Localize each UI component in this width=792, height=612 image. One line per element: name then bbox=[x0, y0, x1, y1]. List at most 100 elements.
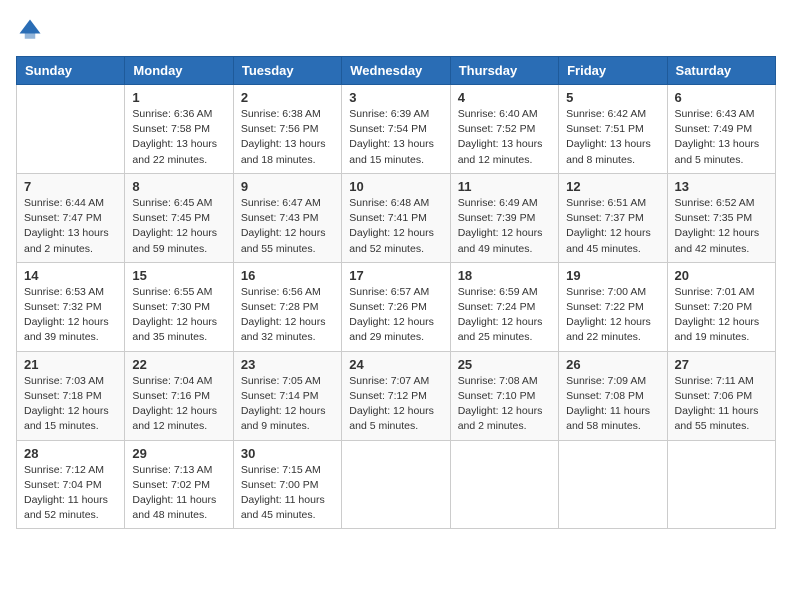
day-info: Sunrise: 6:51 AMSunset: 7:37 PMDaylight:… bbox=[566, 196, 659, 257]
calendar-cell: 1Sunrise: 6:36 AMSunset: 7:58 PMDaylight… bbox=[125, 85, 233, 174]
day-info: Sunrise: 6:43 AMSunset: 7:49 PMDaylight:… bbox=[675, 107, 768, 168]
day-info: Sunrise: 6:38 AMSunset: 7:56 PMDaylight:… bbox=[241, 107, 334, 168]
day-number: 30 bbox=[241, 446, 334, 461]
calendar-cell: 23 Sunrise: 7:05 AMSunset: 7:14 PMDayligh… bbox=[233, 351, 341, 440]
weekday-header-tuesday: Tuesday bbox=[233, 57, 341, 85]
day-number: 21 bbox=[24, 357, 117, 372]
calendar-cell bbox=[559, 440, 667, 529]
day-number: 4 bbox=[458, 90, 551, 105]
calendar-cell: 7 Sunrise: 6:44 AMSunset: 7:47 PMDaylight… bbox=[17, 173, 125, 262]
day-info: Sunrise: 7:09 AMSunset: 7:08 PMDaylight:… bbox=[566, 374, 659, 435]
day-number: 25 bbox=[458, 357, 551, 372]
day-info: Sunrise: 6:47 AMSunset: 7:43 PMDaylight:… bbox=[241, 196, 334, 257]
day-info: Sunrise: 6:52 AMSunset: 7:35 PMDaylight:… bbox=[675, 196, 768, 257]
day-number: 23 bbox=[241, 357, 334, 372]
weekday-header-wednesday: Wednesday bbox=[342, 57, 450, 85]
day-number: 14 bbox=[24, 268, 117, 283]
day-info: Sunrise: 7:08 AMSunset: 7:10 PMDaylight:… bbox=[458, 374, 551, 435]
calendar-week-row: 14 Sunrise: 6:53 AMSunset: 7:32 PMDayligh… bbox=[17, 262, 776, 351]
day-info: Sunrise: 6:53 AMSunset: 7:32 PMDaylight:… bbox=[24, 285, 117, 346]
day-number: 5 bbox=[566, 90, 659, 105]
calendar-cell: 16 Sunrise: 6:56 AMSunset: 7:28 PMDayligh… bbox=[233, 262, 341, 351]
day-number: 18 bbox=[458, 268, 551, 283]
calendar-table: SundayMondayTuesdayWednesdayThursdayFrid… bbox=[16, 56, 776, 529]
weekday-header-saturday: Saturday bbox=[667, 57, 775, 85]
day-number: 22 bbox=[132, 357, 225, 372]
day-number: 6 bbox=[675, 90, 768, 105]
day-number: 27 bbox=[675, 357, 768, 372]
calendar-cell: 19 Sunrise: 7:00 AMSunset: 7:22 PMDayligh… bbox=[559, 262, 667, 351]
calendar-cell bbox=[667, 440, 775, 529]
day-info: Sunrise: 7:12 AMSunset: 7:04 PMDaylight:… bbox=[24, 463, 117, 524]
calendar-cell: 12 Sunrise: 6:51 AMSunset: 7:37 PMDayligh… bbox=[559, 173, 667, 262]
day-info: Sunrise: 6:39 AMSunset: 7:54 PMDaylight:… bbox=[349, 107, 442, 168]
day-info: Sunrise: 6:48 AMSunset: 7:41 PMDaylight:… bbox=[349, 196, 442, 257]
day-info: Sunrise: 7:07 AMSunset: 7:12 PMDaylight:… bbox=[349, 374, 442, 435]
calendar-cell: 5 Sunrise: 6:42 AMSunset: 7:51 PMDaylight… bbox=[559, 85, 667, 174]
calendar-header-row: SundayMondayTuesdayWednesdayThursdayFrid… bbox=[17, 57, 776, 85]
day-info: Sunrise: 6:44 AMSunset: 7:47 PMDaylight:… bbox=[24, 196, 117, 257]
day-number: 13 bbox=[675, 179, 768, 194]
day-number: 9 bbox=[241, 179, 334, 194]
day-info: Sunrise: 7:05 AMSunset: 7:14 PMDaylight:… bbox=[241, 374, 334, 435]
calendar-week-row: 21Sunrise: 7:03 AMSunset: 7:18 PMDayligh… bbox=[17, 351, 776, 440]
logo-icon bbox=[16, 16, 44, 44]
calendar-cell: 24 Sunrise: 7:07 AMSunset: 7:12 PMDayligh… bbox=[342, 351, 450, 440]
calendar-cell: 9 Sunrise: 6:47 AMSunset: 7:43 PMDaylight… bbox=[233, 173, 341, 262]
calendar-cell: 22 Sunrise: 7:04 AMSunset: 7:16 PMDayligh… bbox=[125, 351, 233, 440]
calendar-cell: 17 Sunrise: 6:57 AMSunset: 7:26 PMDayligh… bbox=[342, 262, 450, 351]
calendar-cell: 29 Sunrise: 7:13 AMSunset: 7:02 PMDayligh… bbox=[125, 440, 233, 529]
day-info: Sunrise: 7:13 AMSunset: 7:02 PMDaylight:… bbox=[132, 463, 225, 524]
day-info: Sunrise: 7:00 AMSunset: 7:22 PMDaylight:… bbox=[566, 285, 659, 346]
day-info: Sunrise: 7:01 AMSunset: 7:20 PMDaylight:… bbox=[675, 285, 768, 346]
calendar-cell: 11 Sunrise: 6:49 AMSunset: 7:39 PMDayligh… bbox=[450, 173, 558, 262]
day-info: Sunrise: 6:45 AMSunset: 7:45 PMDaylight:… bbox=[132, 196, 225, 257]
day-number: 2 bbox=[241, 90, 334, 105]
day-number: 19 bbox=[566, 268, 659, 283]
calendar-cell: 15 Sunrise: 6:55 AMSunset: 7:30 PMDayligh… bbox=[125, 262, 233, 351]
day-number: 10 bbox=[349, 179, 442, 194]
day-number: 12 bbox=[566, 179, 659, 194]
day-info: Sunrise: 6:42 AMSunset: 7:51 PMDaylight:… bbox=[566, 107, 659, 168]
calendar-cell: 18 Sunrise: 6:59 AMSunset: 7:24 PMDayligh… bbox=[450, 262, 558, 351]
calendar-cell: 4 Sunrise: 6:40 AMSunset: 7:52 PMDaylight… bbox=[450, 85, 558, 174]
day-info: Sunrise: 6:59 AMSunset: 7:24 PMDaylight:… bbox=[458, 285, 551, 346]
weekday-header-thursday: Thursday bbox=[450, 57, 558, 85]
day-info: Sunrise: 6:40 AMSunset: 7:52 PMDaylight:… bbox=[458, 107, 551, 168]
calendar-cell: 30 Sunrise: 7:15 AMSunset: 7:00 PMDayligh… bbox=[233, 440, 341, 529]
day-info: Sunrise: 6:56 AMSunset: 7:28 PMDaylight:… bbox=[241, 285, 334, 346]
calendar-cell: 2 Sunrise: 6:38 AMSunset: 7:56 PMDaylight… bbox=[233, 85, 341, 174]
calendar-cell: 26 Sunrise: 7:09 AMSunset: 7:08 PMDayligh… bbox=[559, 351, 667, 440]
calendar-cell: 20 Sunrise: 7:01 AMSunset: 7:20 PMDayligh… bbox=[667, 262, 775, 351]
calendar-cell: 27Sunrise: 7:11 AMSunset: 7:06 PMDayligh… bbox=[667, 351, 775, 440]
day-number: 29 bbox=[132, 446, 225, 461]
day-number: 17 bbox=[349, 268, 442, 283]
weekday-header-friday: Friday bbox=[559, 57, 667, 85]
calendar-week-row: 28 Sunrise: 7:12 AMSunset: 7:04 PMDayligh… bbox=[17, 440, 776, 529]
day-info: Sunrise: 7:15 AMSunset: 7:00 PMDaylight:… bbox=[241, 463, 334, 524]
day-info: Sunrise: 6:55 AMSunset: 7:30 PMDaylight:… bbox=[132, 285, 225, 346]
calendar-week-row: 1Sunrise: 6:36 AMSunset: 7:58 PMDaylight… bbox=[17, 85, 776, 174]
day-number: 28 bbox=[24, 446, 117, 461]
day-number: 16 bbox=[241, 268, 334, 283]
day-number: 15 bbox=[132, 268, 225, 283]
calendar-cell: 21Sunrise: 7:03 AMSunset: 7:18 PMDayligh… bbox=[17, 351, 125, 440]
day-number: 20 bbox=[675, 268, 768, 283]
day-info: Sunrise: 7:04 AMSunset: 7:16 PMDaylight:… bbox=[132, 374, 225, 435]
calendar-cell: 14 Sunrise: 6:53 AMSunset: 7:32 PMDayligh… bbox=[17, 262, 125, 351]
day-info: Sunrise: 6:57 AMSunset: 7:26 PMDaylight:… bbox=[349, 285, 442, 346]
day-info: Sunrise: 6:49 AMSunset: 7:39 PMDaylight:… bbox=[458, 196, 551, 257]
calendar-cell: 3 Sunrise: 6:39 AMSunset: 7:54 PMDaylight… bbox=[342, 85, 450, 174]
calendar-cell: 10 Sunrise: 6:48 AMSunset: 7:41 PMDayligh… bbox=[342, 173, 450, 262]
page-header bbox=[16, 16, 776, 44]
day-number: 8 bbox=[132, 179, 225, 194]
weekday-header-sunday: Sunday bbox=[17, 57, 125, 85]
day-number: 26 bbox=[566, 357, 659, 372]
day-number: 24 bbox=[349, 357, 442, 372]
logo bbox=[16, 16, 48, 44]
day-number: 3 bbox=[349, 90, 442, 105]
day-number: 7 bbox=[24, 179, 117, 194]
day-number: 1 bbox=[132, 90, 225, 105]
calendar-cell bbox=[450, 440, 558, 529]
day-number: 11 bbox=[458, 179, 551, 194]
